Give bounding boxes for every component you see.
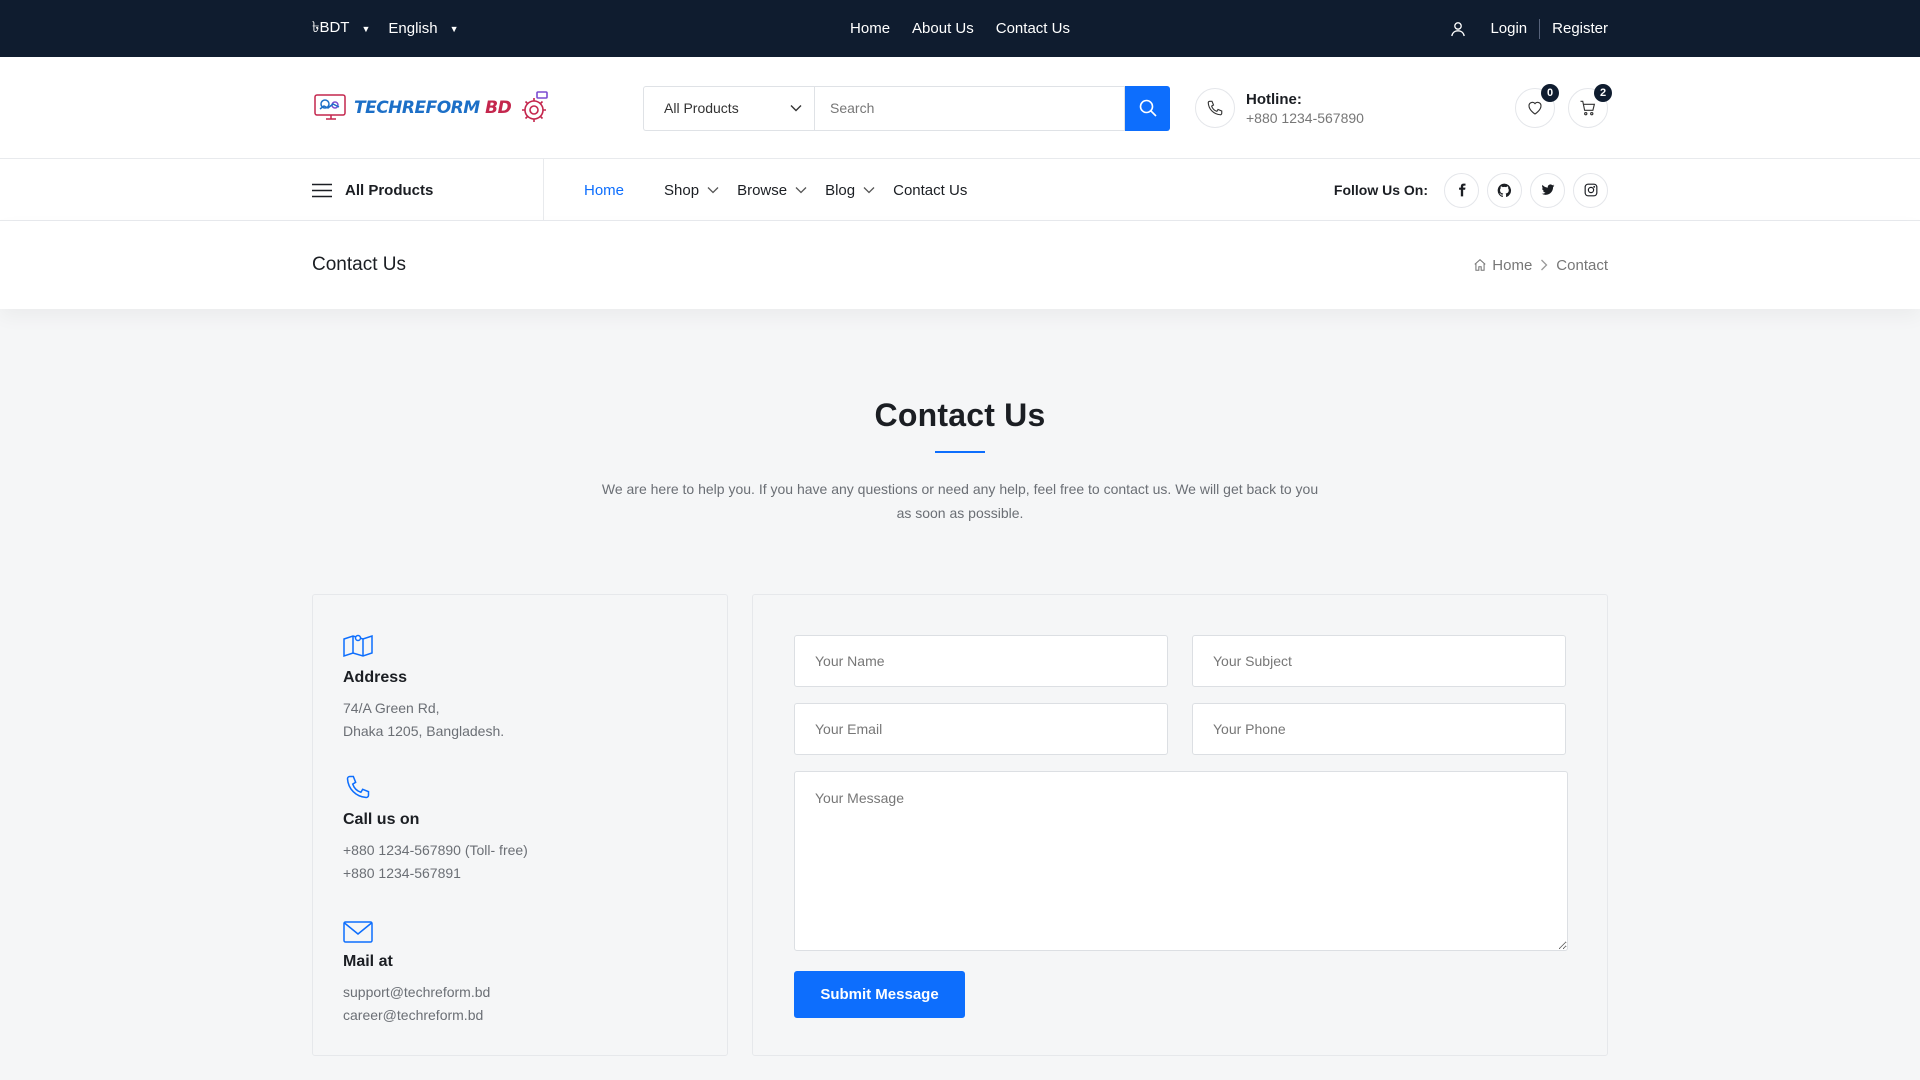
subject-field[interactable] bbox=[1192, 635, 1566, 687]
search-bar: All Products bbox=[643, 85, 1170, 131]
contact-info-card: Address 74/A Green Rd, Dhaka 1205, Bangl… bbox=[312, 594, 728, 1056]
name-field[interactable] bbox=[794, 635, 1168, 687]
nav-item-blog[interactable]: Blog bbox=[825, 182, 875, 199]
message-field[interactable] bbox=[794, 771, 1568, 951]
register-link[interactable]: Register bbox=[1552, 20, 1608, 37]
hotline-label: Hotline: bbox=[1246, 90, 1302, 108]
wishlist-button[interactable]: 0 bbox=[1515, 84, 1559, 128]
twitter-icon[interactable] bbox=[1530, 172, 1565, 208]
chevron-down-icon bbox=[707, 186, 719, 194]
breadcrumb: Home Contact bbox=[1473, 257, 1608, 274]
search-icon bbox=[1139, 99, 1157, 117]
phone-field[interactable] bbox=[1192, 703, 1566, 755]
chevron-down-icon: ▼ bbox=[449, 23, 459, 34]
main-header: TECHREFORM BD All Products Hotl bbox=[0, 57, 1920, 159]
hotline-number: +880 1234-567890 bbox=[1246, 109, 1364, 126]
logo-text: TECHREFORM BD bbox=[354, 98, 512, 118]
phone-icon bbox=[1195, 88, 1235, 128]
currency-label: ৳BDT bbox=[312, 19, 350, 36]
nav-item-shop[interactable]: Shop bbox=[664, 182, 719, 199]
follow-label: Follow Us On: bbox=[1333, 182, 1428, 198]
github-icon[interactable] bbox=[1487, 172, 1522, 208]
currency-dropdown[interactable]: ৳BDT ▼ bbox=[312, 16, 370, 41]
page-header: Contact Us Home Contact bbox=[0, 221, 1920, 309]
heart-icon bbox=[1528, 101, 1542, 115]
map-icon bbox=[343, 629, 697, 659]
cart-button[interactable]: 2 bbox=[1568, 84, 1612, 128]
logo-monitor-icon bbox=[314, 94, 346, 120]
heading-underline bbox=[935, 451, 985, 453]
nav-item-browse[interactable]: Browse bbox=[737, 182, 807, 199]
search-input[interactable] bbox=[814, 85, 1125, 131]
all-products-menu[interactable]: All Products bbox=[312, 159, 544, 221]
all-products-label: All Products bbox=[345, 181, 434, 199]
cart-icon bbox=[1580, 100, 1596, 116]
search-button[interactable] bbox=[1125, 85, 1170, 131]
chevron-down-icon bbox=[790, 105, 802, 112]
top-link-about[interactable]: About Us bbox=[912, 20, 974, 37]
section-heading: Contact Us bbox=[874, 397, 1046, 433]
mail-block: Mail at support@techreform.bd career@tec… bbox=[343, 913, 697, 1027]
nav-item-home[interactable]: Home bbox=[584, 182, 624, 199]
address-line: 74/A Green Rd, bbox=[343, 700, 440, 716]
nav-item-contact[interactable]: Contact Us bbox=[893, 182, 967, 199]
call-block: Call us on +880 1234-567890 (Toll- free)… bbox=[343, 771, 697, 885]
cart-count-badge: 2 bbox=[1594, 84, 1612, 102]
section-description: We are here to help you. If you have any… bbox=[601, 481, 1319, 521]
top-links: Home About Us Contact Us bbox=[850, 20, 1070, 37]
email-field[interactable] bbox=[794, 703, 1168, 755]
phone-line: +880 1234-567891 bbox=[343, 865, 461, 881]
page-title: Contact Us bbox=[312, 254, 406, 275]
envelope-icon bbox=[343, 913, 697, 943]
divider bbox=[1539, 18, 1541, 39]
category-select[interactable]: All Products bbox=[643, 85, 814, 131]
contact-intro: Contact Us We are here to help you. If y… bbox=[0, 397, 1920, 525]
language-dropdown[interactable]: English ▼ bbox=[388, 20, 458, 37]
site-logo[interactable]: TECHREFORM BD bbox=[312, 89, 643, 127]
home-icon bbox=[1474, 259, 1486, 271]
breadcrumb-current: Contact bbox=[1556, 256, 1608, 274]
facebook-icon[interactable] bbox=[1444, 172, 1479, 208]
hotline: Hotline: +880 1234-567890 bbox=[1195, 88, 1364, 128]
top-bar: ৳BDT ▼ English ▼ Home About Us Contact U… bbox=[0, 0, 1920, 57]
social-links: Follow Us On: bbox=[1333, 172, 1608, 208]
breadcrumb-home[interactable]: Home bbox=[1473, 257, 1532, 274]
address-block: Address 74/A Green Rd, Dhaka 1205, Bangl… bbox=[343, 629, 697, 743]
category-select-value: All Products bbox=[664, 100, 739, 116]
call-title: Call us on bbox=[343, 811, 420, 828]
address-line: Dhaka 1205, Bangladesh. bbox=[343, 723, 505, 739]
submit-message-button[interactable]: Submit Message bbox=[794, 971, 965, 1018]
logo-gear-icon bbox=[522, 91, 548, 122]
language-label: English bbox=[388, 20, 438, 37]
chevron-down-icon: ▼ bbox=[361, 23, 371, 34]
chevron-down-icon bbox=[795, 186, 807, 194]
top-link-home[interactable]: Home bbox=[850, 20, 890, 37]
nav-menu: Home Shop Browse Blog Contact Us bbox=[584, 182, 991, 199]
contact-form: Submit Message bbox=[752, 594, 1608, 1056]
chevron-down-icon bbox=[863, 186, 875, 194]
user-icon[interactable] bbox=[1450, 21, 1466, 37]
top-link-contact[interactable]: Contact Us bbox=[996, 20, 1070, 37]
login-link[interactable]: Login bbox=[1490, 20, 1527, 37]
instagram-icon[interactable] bbox=[1573, 172, 1608, 208]
email-line: support@techreform.bd bbox=[343, 984, 491, 1000]
email-line: career@techreform.bd bbox=[343, 1007, 484, 1023]
hamburger-icon bbox=[312, 183, 332, 197]
phone-line: +880 1234-567890 (Toll- free) bbox=[343, 842, 528, 858]
chevron-right-icon bbox=[1541, 259, 1548, 271]
main-nav: All Products Home Shop Browse Blog Conta… bbox=[0, 159, 1920, 221]
phone-icon bbox=[343, 771, 697, 801]
wishlist-count-badge: 0 bbox=[1541, 84, 1559, 102]
mail-title: Mail at bbox=[343, 953, 393, 970]
address-title: Address bbox=[343, 669, 408, 686]
